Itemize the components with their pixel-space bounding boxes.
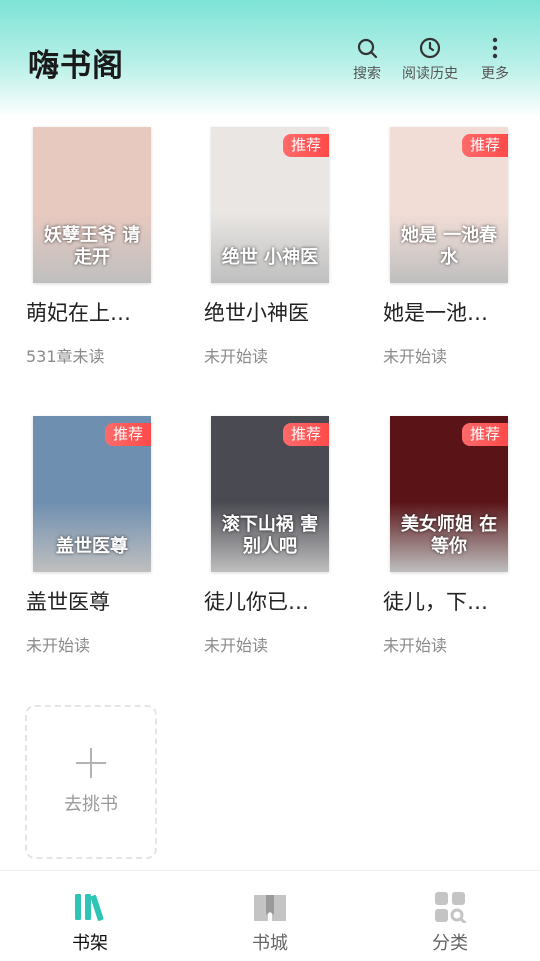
search-button[interactable]: 搜索 [353,36,381,83]
recommended-badge: 推荐 [282,134,329,157]
book-cover[interactable]: 妖孽王爷 请走开 [33,127,151,283]
book-cover[interactable]: 盖世医尊 推荐 [33,416,151,572]
book-progress: 未开始读 [204,347,269,366]
browse-books-label: 去挑书 [64,794,118,815]
book-title[interactable]: 萌妃在上… [26,297,176,327]
book-cover[interactable]: 她是 一池春水 推荐 [390,127,508,283]
search-label: 搜索 [353,66,381,82]
bookshelf-icon [75,894,104,921]
history-label: 阅读历史 [402,66,458,82]
book-progress: 未开始读 [383,347,448,366]
tab-bookshelf[interactable]: 书架 [30,871,150,961]
recommended-badge: 推荐 [282,423,329,446]
book-cover-title: 盖世医尊 [56,536,128,557]
book-title[interactable]: 徒儿，下… [383,586,533,616]
tab-book-store-label: 书城 [252,933,288,954]
book-progress: 531章未读 [26,347,105,366]
browse-books-button[interactable]: 去挑书 [25,705,157,859]
tab-category-label: 分类 [432,933,468,954]
book-cover-title: 妖孽王爷 请走开 [43,225,141,268]
book-title[interactable]: 盖世医尊 [26,586,176,616]
book-title[interactable]: 她是一池… [383,297,533,327]
more-button[interactable]: 更多 [481,36,509,83]
tab-category[interactable]: 分类 [390,871,510,961]
more-label: 更多 [481,66,509,82]
history-button[interactable]: 阅读历史 [402,36,458,83]
book-cover-art: 妖孽王爷 请走开 [33,127,151,283]
history-icon [419,37,441,59]
book-store-icon [254,895,286,921]
book-title[interactable]: 徒儿你已… [204,586,354,616]
category-icon [435,892,467,923]
more-icon [492,37,498,59]
book-cover-title: 滚下山祸 害别人吧 [221,514,319,557]
recommended-badge: 推荐 [461,423,508,446]
book-cover-title: 她是 一池春水 [400,225,498,268]
book-progress: 未开始读 [204,636,269,655]
search-icon [357,38,378,59]
tab-book-store[interactable]: 书城 [210,871,330,961]
book-cover-title: 绝世 小神医 [221,247,319,268]
book-cover[interactable]: 绝世 小神医 推荐 [211,127,329,283]
book-progress: 未开始读 [383,636,448,655]
bottom-tab-bar: 书架 书城 分类 [0,870,540,961]
plus-icon [76,748,106,778]
book-cover-title: 美女师姐 在等你 [400,514,498,557]
recommended-badge: 推荐 [461,134,508,157]
tab-bookshelf-label: 书架 [72,933,108,954]
book-title[interactable]: 绝世小神医 [204,297,354,327]
book-cover[interactable]: 滚下山祸 害别人吧 推荐 [211,416,329,572]
app-title: 嗨书阁 [28,48,124,84]
book-cover[interactable]: 美女师姐 在等你 推荐 [390,416,508,572]
book-progress: 未开始读 [26,636,91,655]
recommended-badge: 推荐 [104,423,151,446]
